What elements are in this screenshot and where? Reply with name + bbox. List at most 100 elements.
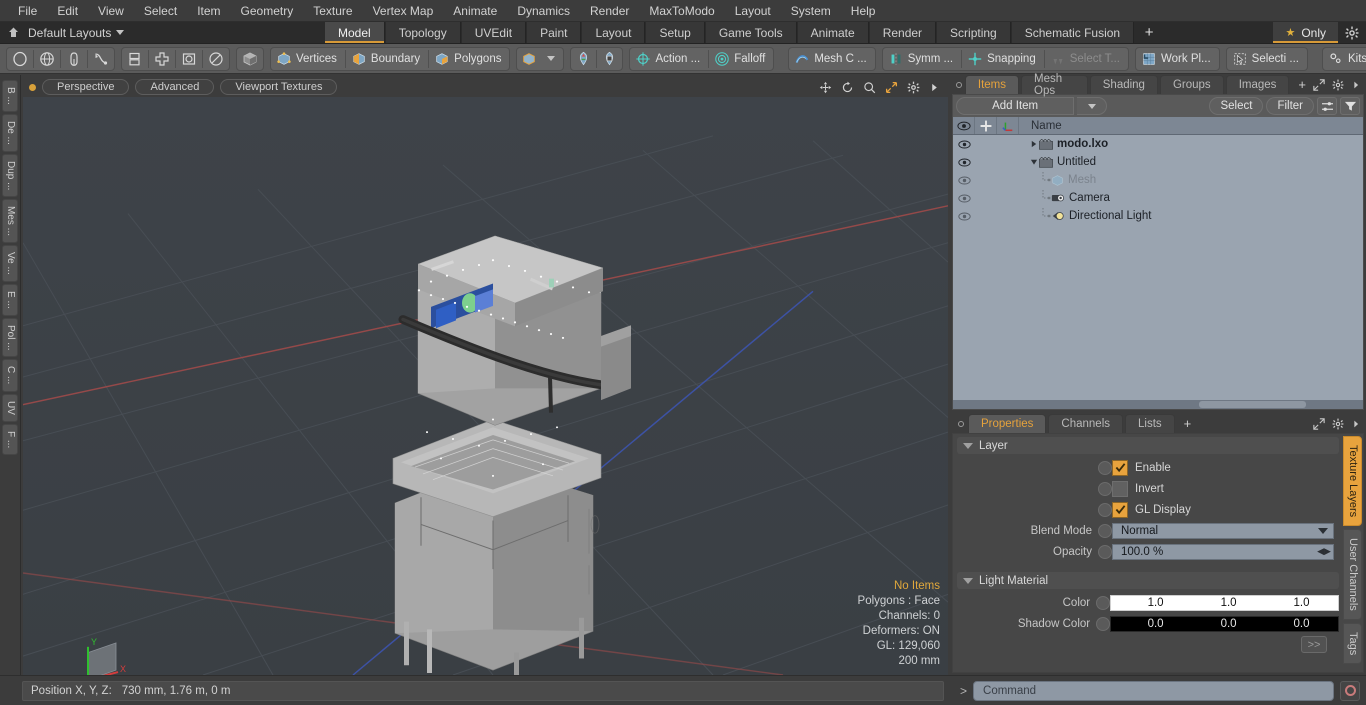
- table-row[interactable]: Directional Light: [953, 207, 1363, 225]
- left-tab-duplicate[interactable]: Dup ...: [2, 153, 18, 198]
- command-input[interactable]: Command: [973, 680, 1334, 701]
- items-list[interactable]: modo.lxo Untitled Mesh Camera Directiona…: [953, 135, 1363, 400]
- channel-knob-icon[interactable]: [1096, 595, 1111, 610]
- row-visibility-eye-icon[interactable]: [953, 158, 975, 167]
- mirror-icon[interactable]: [150, 48, 174, 70]
- layout-selector[interactable]: Default Layouts: [28, 26, 125, 40]
- zoom-icon[interactable]: [863, 81, 876, 94]
- pan-icon[interactable]: [819, 81, 832, 94]
- enable-checkbox[interactable]: [1112, 459, 1128, 476]
- left-tab-curve[interactable]: C ...: [2, 359, 18, 392]
- side-tab-texture-layers[interactable]: Texture Layers: [1343, 436, 1362, 527]
- tab-animate[interactable]: Animate: [796, 22, 869, 43]
- chevron-right-icon[interactable]: [1351, 419, 1361, 429]
- array-icon[interactable]: [123, 48, 147, 70]
- row-label-untitled[interactable]: Untitled: [1039, 156, 1096, 168]
- color-value-field[interactable]: 1.0 1.0 1.0: [1110, 594, 1339, 611]
- tab-game-tools[interactable]: Game Tools: [704, 22, 797, 43]
- mesh-constraint-button[interactable]: Mesh C ...: [790, 48, 873, 70]
- row-label-camera[interactable]: Camera: [1051, 192, 1110, 204]
- row-visibility-eye-icon[interactable]: [953, 212, 975, 221]
- panel-handle-icon[interactable]: [954, 75, 965, 94]
- selection-set-button[interactable]: Selecti ...: [1228, 48, 1306, 70]
- circle-tool-icon[interactable]: [8, 48, 32, 70]
- row-label-mesh[interactable]: Mesh: [1051, 174, 1096, 187]
- blend-mode-dropdown[interactable]: Normal: [1112, 522, 1334, 539]
- left-tab-polygon[interactable]: Pol ...: [2, 317, 18, 358]
- channel-knob-icon[interactable]: [1098, 481, 1112, 496]
- add-properties-tab-button[interactable]: +: [1177, 414, 1199, 433]
- viewport-projection-selector[interactable]: Perspective: [42, 79, 130, 95]
- action-center-button[interactable]: Action ...: [631, 48, 707, 70]
- menu-item-view[interactable]: View: [88, 1, 134, 21]
- tab-setup[interactable]: Setup: [645, 22, 705, 43]
- record-icon[interactable]: [1340, 680, 1360, 701]
- falloff-a-icon[interactable]: [572, 48, 595, 70]
- left-tab-edge[interactable]: E ...: [2, 283, 18, 316]
- tab-topology[interactable]: Topology: [384, 22, 461, 43]
- symmetry-button[interactable]: Symm ...: [884, 48, 960, 70]
- radial-icon[interactable]: [204, 48, 228, 70]
- tab-mesh-ops[interactable]: Mesh Ops: [1021, 73, 1088, 97]
- menu-item-render[interactable]: Render: [580, 1, 639, 21]
- chevron-down-icon[interactable]: [540, 48, 562, 70]
- twirl-expanded-icon[interactable]: [1029, 158, 1039, 166]
- boundary-button[interactable]: Boundary: [347, 48, 427, 70]
- table-row[interactable]: Untitled: [953, 153, 1363, 171]
- tab-groups[interactable]: Groups: [1159, 75, 1224, 94]
- table-row[interactable]: Mesh: [953, 171, 1363, 189]
- invert-checkbox[interactable]: [1112, 480, 1128, 497]
- work-plane-button[interactable]: Work Pl...: [1137, 48, 1218, 70]
- spinner-arrows-icon[interactable]: ◀▶: [1315, 546, 1333, 557]
- fit-icon[interactable]: [885, 81, 898, 94]
- rotate-icon[interactable]: [841, 81, 854, 94]
- bound-icon[interactable]: [177, 48, 201, 70]
- menu-item-help[interactable]: Help: [841, 1, 886, 21]
- row-visibility-eye-icon[interactable]: [953, 140, 975, 149]
- falloff-b-icon[interactable]: [598, 48, 621, 70]
- channel-knob-icon[interactable]: [1098, 460, 1112, 475]
- list-options-icon[interactable]: [1317, 97, 1337, 115]
- tab-shading[interactable]: Shading: [1089, 75, 1158, 94]
- section-header-light-material[interactable]: Light Material: [957, 572, 1339, 589]
- tab-schematic-fusion[interactable]: Schematic Fusion: [1010, 22, 1135, 43]
- gear-icon[interactable]: [907, 81, 920, 94]
- channel-knob-icon[interactable]: [1098, 544, 1112, 559]
- gear-icon[interactable]: [1338, 22, 1366, 43]
- filter-funnel-icon[interactable]: [1340, 97, 1360, 115]
- left-tab-uv[interactable]: UV: [2, 393, 18, 422]
- tab-lists[interactable]: Lists: [1125, 414, 1175, 433]
- tab-items[interactable]: Items: [964, 75, 1019, 94]
- menu-item-system[interactable]: System: [781, 1, 841, 21]
- side-tab-tags[interactable]: Tags: [1343, 622, 1362, 665]
- chevron-right-icon[interactable]: [929, 82, 940, 93]
- row-label-directional-light[interactable]: Directional Light: [1051, 210, 1151, 222]
- falloff-button[interactable]: Falloff: [710, 48, 772, 70]
- sphere-tool-icon[interactable]: [35, 48, 59, 70]
- channel-knob-icon[interactable]: [1098, 523, 1112, 538]
- row-label-modo-lxo[interactable]: modo.lxo: [1039, 138, 1108, 150]
- viewport-shading-selector[interactable]: Advanced: [135, 79, 215, 95]
- menu-item-select[interactable]: Select: [134, 1, 187, 21]
- menu-item-vertex-map[interactable]: Vertex Map: [363, 1, 444, 21]
- gear-icon[interactable]: [1332, 79, 1344, 91]
- left-tab-deform[interactable]: De ...: [2, 113, 18, 152]
- menu-item-maxtomodo[interactable]: MaxToModo: [639, 1, 724, 21]
- left-tab-basic[interactable]: B ...: [2, 80, 18, 112]
- menu-item-dynamics[interactable]: Dynamics: [507, 1, 580, 21]
- tab-render[interactable]: Render: [868, 22, 937, 43]
- add-tab-button[interactable]: +: [1134, 22, 1165, 43]
- expand-icon[interactable]: [1313, 78, 1325, 91]
- polygons-button[interactable]: Polygons: [430, 48, 508, 70]
- add-panel-tab-button[interactable]: +: [1291, 75, 1313, 94]
- items-horizontal-scrollbar[interactable]: [953, 400, 1363, 409]
- more-button[interactable]: >>: [1301, 636, 1327, 653]
- table-row[interactable]: Camera: [953, 189, 1363, 207]
- add-item-button[interactable]: Add Item: [956, 97, 1075, 115]
- 3d-viewport[interactable]: Y X Z No Items Polygons : Face Channels:…: [23, 97, 948, 675]
- tab-paint[interactable]: Paint: [526, 22, 582, 43]
- tab-uvedit[interactable]: UVEdit: [460, 22, 527, 43]
- menu-item-texture[interactable]: Texture: [303, 1, 362, 21]
- tab-properties[interactable]: Properties: [968, 414, 1047, 433]
- expand-icon[interactable]: [1313, 417, 1325, 430]
